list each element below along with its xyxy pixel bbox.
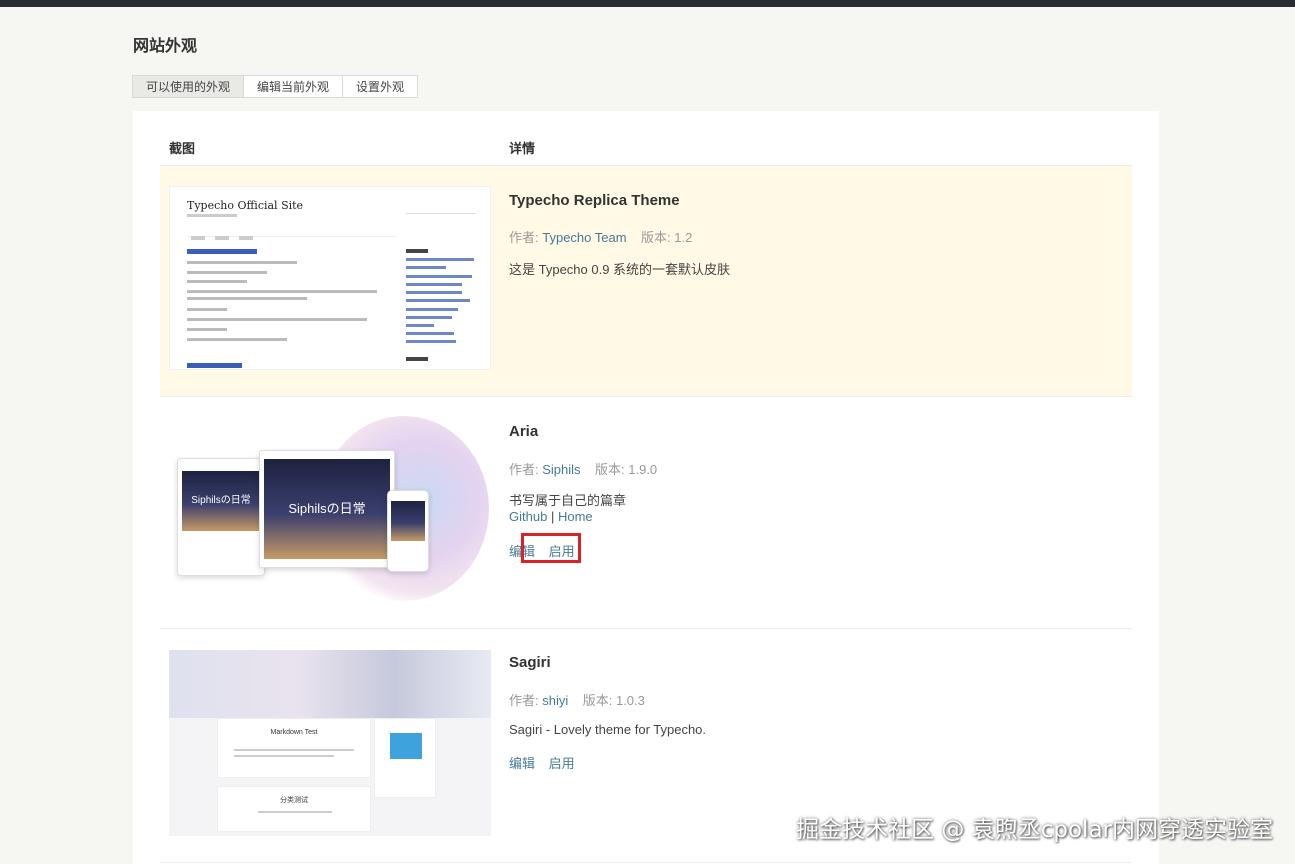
theme-name: Aria	[509, 423, 539, 440]
tab-theme-settings[interactable]: 设置外观	[342, 75, 419, 98]
theme-version: 1.9.0	[628, 462, 658, 477]
home-link[interactable]: Home	[558, 509, 593, 524]
row-divider	[160, 628, 1132, 629]
appearance-tabs: 可以使用的外观 编辑当前外观 设置外观	[132, 75, 419, 98]
theme-description: 书写属于自己的篇章	[509, 493, 627, 508]
screenshot-hero	[169, 650, 491, 718]
page-title: 网站外观	[133, 38, 198, 55]
author-link[interactable]: shiyi	[542, 693, 568, 708]
tab-edit-current-theme[interactable]: 编辑当前外观	[243, 75, 344, 98]
github-link[interactable]: Github	[509, 509, 547, 524]
author-link[interactable]: Siphils	[542, 462, 580, 477]
theme-screenshot-typecho: Typecho Official Site	[169, 186, 491, 370]
theme-screenshot-sagiri: Markdown Test 分类测试	[169, 650, 491, 836]
theme-meta: 作者: Typecho Team 版本: 1.2	[509, 230, 693, 245]
theme-meta: 作者: Siphils 版本: 1.9.0	[509, 462, 658, 477]
column-header-screenshot: 截图	[169, 141, 196, 156]
monitor-mockup: Siphilsの日常	[259, 450, 395, 568]
theme-version: 1.2	[674, 230, 693, 245]
tab-available-themes[interactable]: 可以使用的外观	[132, 75, 245, 98]
theme-meta: 作者: shiyi 版本: 1.0.3	[509, 693, 645, 708]
theme-screenshot-aria: Siphilsの日常 Siphilsの日常	[169, 416, 491, 606]
top-bar	[0, 0, 1295, 7]
row-divider	[160, 862, 1132, 863]
screenshot-site-title: Typecho Official Site	[187, 199, 304, 212]
theme-description: Sagiri - Lovely theme for Typecho.	[509, 722, 707, 737]
column-header-details: 详情	[509, 141, 536, 156]
theme-links: Github | Home	[509, 509, 593, 524]
highlight-box	[521, 533, 581, 563]
screenshot-search-bar	[406, 205, 476, 214]
screenshot-nav	[187, 227, 397, 240]
theme-name: Typecho Replica Theme	[509, 192, 680, 209]
theme-version: 1.0.3	[615, 693, 645, 708]
phone-mockup	[387, 490, 429, 572]
theme-actions: 编辑 启用	[509, 753, 585, 772]
author-link[interactable]: Typecho Team	[542, 230, 626, 245]
theme-description: 这是 Typecho 0.9 系统的一套默认皮肤	[509, 262, 731, 277]
row-divider	[160, 396, 1132, 397]
theme-name: Sagiri	[509, 654, 551, 671]
edit-theme-button[interactable]: 编辑	[509, 756, 535, 771]
watermark: 掘金技术社区 @ 袁煦丞cpolar内网穿透实验室	[796, 817, 1273, 843]
tablet-mockup: Siphilsの日常	[177, 458, 265, 576]
enable-theme-button[interactable]: 启用	[549, 756, 575, 771]
